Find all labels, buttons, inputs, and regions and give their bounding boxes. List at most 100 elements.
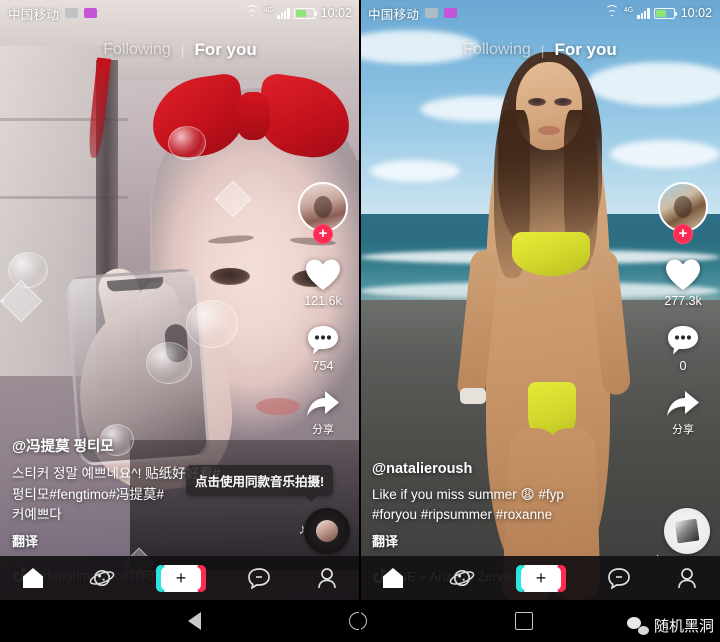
wifi-icon (605, 5, 620, 19)
author-handle[interactable]: @natalieroush (372, 461, 640, 477)
tab-separator: | (540, 42, 545, 58)
battery-icon (653, 7, 678, 19)
comment-count: 754 (312, 359, 334, 373)
feed-tabs: Following | For you (360, 40, 720, 60)
author-handle[interactable]: @冯提莫 펑티모 (12, 435, 280, 456)
left-bottom-nav: + (0, 556, 360, 600)
wechat-icon (626, 616, 649, 635)
home-circle-icon[interactable] (348, 612, 367, 630)
watermark-text: 随机黑洞 (653, 618, 714, 635)
network-type-label: 4G (263, 7, 274, 14)
right-action-rail: + 277.3k 0 分享 (652, 182, 714, 453)
share-button[interactable]: 分享 (665, 389, 701, 437)
feed-tabs: Following | For you (0, 40, 360, 60)
share-label: 分享 (672, 424, 694, 436)
person-icon (317, 568, 336, 589)
nav-profile[interactable] (676, 567, 698, 589)
comment-icon (308, 326, 338, 355)
share-button[interactable]: 分享 (305, 389, 341, 437)
right-caption-block: @natalieroush Like if you miss summer 😩 … (372, 461, 640, 551)
carrier-label: 中国移动 (8, 7, 60, 22)
plus-icon: + (160, 566, 201, 590)
bow-knot (236, 92, 270, 140)
planet-icon (89, 569, 114, 587)
wifi-icon (245, 5, 260, 19)
share-label: 分享 (312, 424, 334, 436)
nav-home[interactable] (382, 567, 404, 589)
heart-icon (306, 259, 340, 290)
create-button[interactable]: + (515, 564, 566, 592)
phone-notch (106, 277, 164, 292)
bubble-effect (8, 252, 48, 288)
comment-button[interactable]: 754 (306, 324, 340, 373)
nav-profile[interactable] (316, 567, 338, 589)
image-icon (65, 8, 79, 18)
left-action-rail: + 121.6k 754 分享 (292, 182, 354, 453)
tab-for-you[interactable]: For you (554, 40, 616, 60)
nav-home[interactable] (22, 567, 44, 589)
left-phone-panel: 中国移动 4G 10:02 Following | For you + 121.… (0, 0, 360, 642)
nav-inbox[interactable] (607, 567, 631, 589)
purple-badge-icon (444, 8, 458, 18)
battery-icon (293, 7, 318, 19)
nav-create[interactable]: + (515, 564, 566, 592)
follow-button[interactable]: + (313, 224, 333, 244)
album-art (674, 518, 700, 544)
translate-button[interactable]: 翻译 (12, 531, 280, 550)
network-type-label: 4G (623, 7, 634, 14)
post-description-line: #foryou #ripsummer #roxanne (372, 506, 553, 522)
nav-inbox[interactable] (247, 567, 271, 589)
post-description-line: Like if you miss summer 😩 #fyp (372, 486, 564, 502)
like-button[interactable]: 277.3k (664, 258, 702, 308)
author-avatar-wrap[interactable]: + (658, 182, 708, 244)
like-button[interactable]: 121.6k (304, 258, 342, 308)
tab-following[interactable]: Following (103, 41, 171, 59)
left-music-disc[interactable] (304, 508, 350, 554)
bubble-effect (146, 342, 192, 384)
home-icon (383, 568, 404, 588)
signal-icon (277, 7, 290, 19)
eye-left (210, 268, 250, 285)
carrier-label: 中国移动 (368, 7, 420, 22)
comment-button[interactable]: 0 (666, 324, 700, 373)
bubble-effect (168, 126, 206, 160)
status-bar: 中国移动 4G 10:02 (360, 0, 720, 26)
share-arrow-icon (667, 391, 699, 416)
create-button[interactable]: + (155, 564, 206, 592)
cloud (610, 140, 720, 168)
square-icon[interactable] (514, 612, 533, 630)
clock-label: 10:02 (320, 6, 352, 20)
nav-discover[interactable] (449, 567, 475, 589)
right-music-disc[interactable] (664, 508, 710, 554)
follow-button[interactable]: + (673, 224, 693, 244)
bubble-effect (186, 300, 238, 348)
music-tooltip[interactable]: 点击使用同款音乐拍摄! (186, 465, 334, 502)
status-right-cluster: 4G 10:02 (245, 5, 352, 20)
dual-phone-screenshot: 中国移动 4G 10:02 Following | For you + 121.… (0, 0, 720, 642)
heart-icon (666, 259, 700, 290)
back-icon[interactable] (187, 612, 201, 630)
panel-divider (359, 0, 361, 642)
image-icon (425, 8, 439, 18)
album-art (316, 520, 338, 542)
avatar-portrait (314, 195, 332, 218)
status-right-cluster: 4G 10:02 (605, 5, 712, 20)
tab-for-you[interactable]: For you (194, 40, 256, 60)
tab-following[interactable]: Following (463, 41, 531, 59)
tab-separator: | (180, 42, 185, 58)
nav-discover[interactable] (89, 567, 115, 589)
right-bottom-nav: + (360, 556, 720, 600)
wristwatch (460, 388, 486, 404)
avatar-portrait (674, 195, 692, 218)
translate-button[interactable]: 翻译 (372, 531, 640, 550)
eye-right (554, 98, 572, 106)
bikini-top (512, 232, 590, 276)
right-phone-panel: 中国移动 4G 10:02 Following | For you + 277.… (360, 0, 720, 642)
author-avatar-wrap[interactable]: + (298, 182, 348, 244)
message-icon (248, 568, 271, 589)
nav-create[interactable]: + (155, 564, 206, 592)
post-description-line: 커예쁘다 (12, 506, 62, 522)
comment-icon (668, 326, 698, 355)
comment-count: 0 (679, 359, 687, 373)
purple-badge-icon (84, 8, 98, 18)
